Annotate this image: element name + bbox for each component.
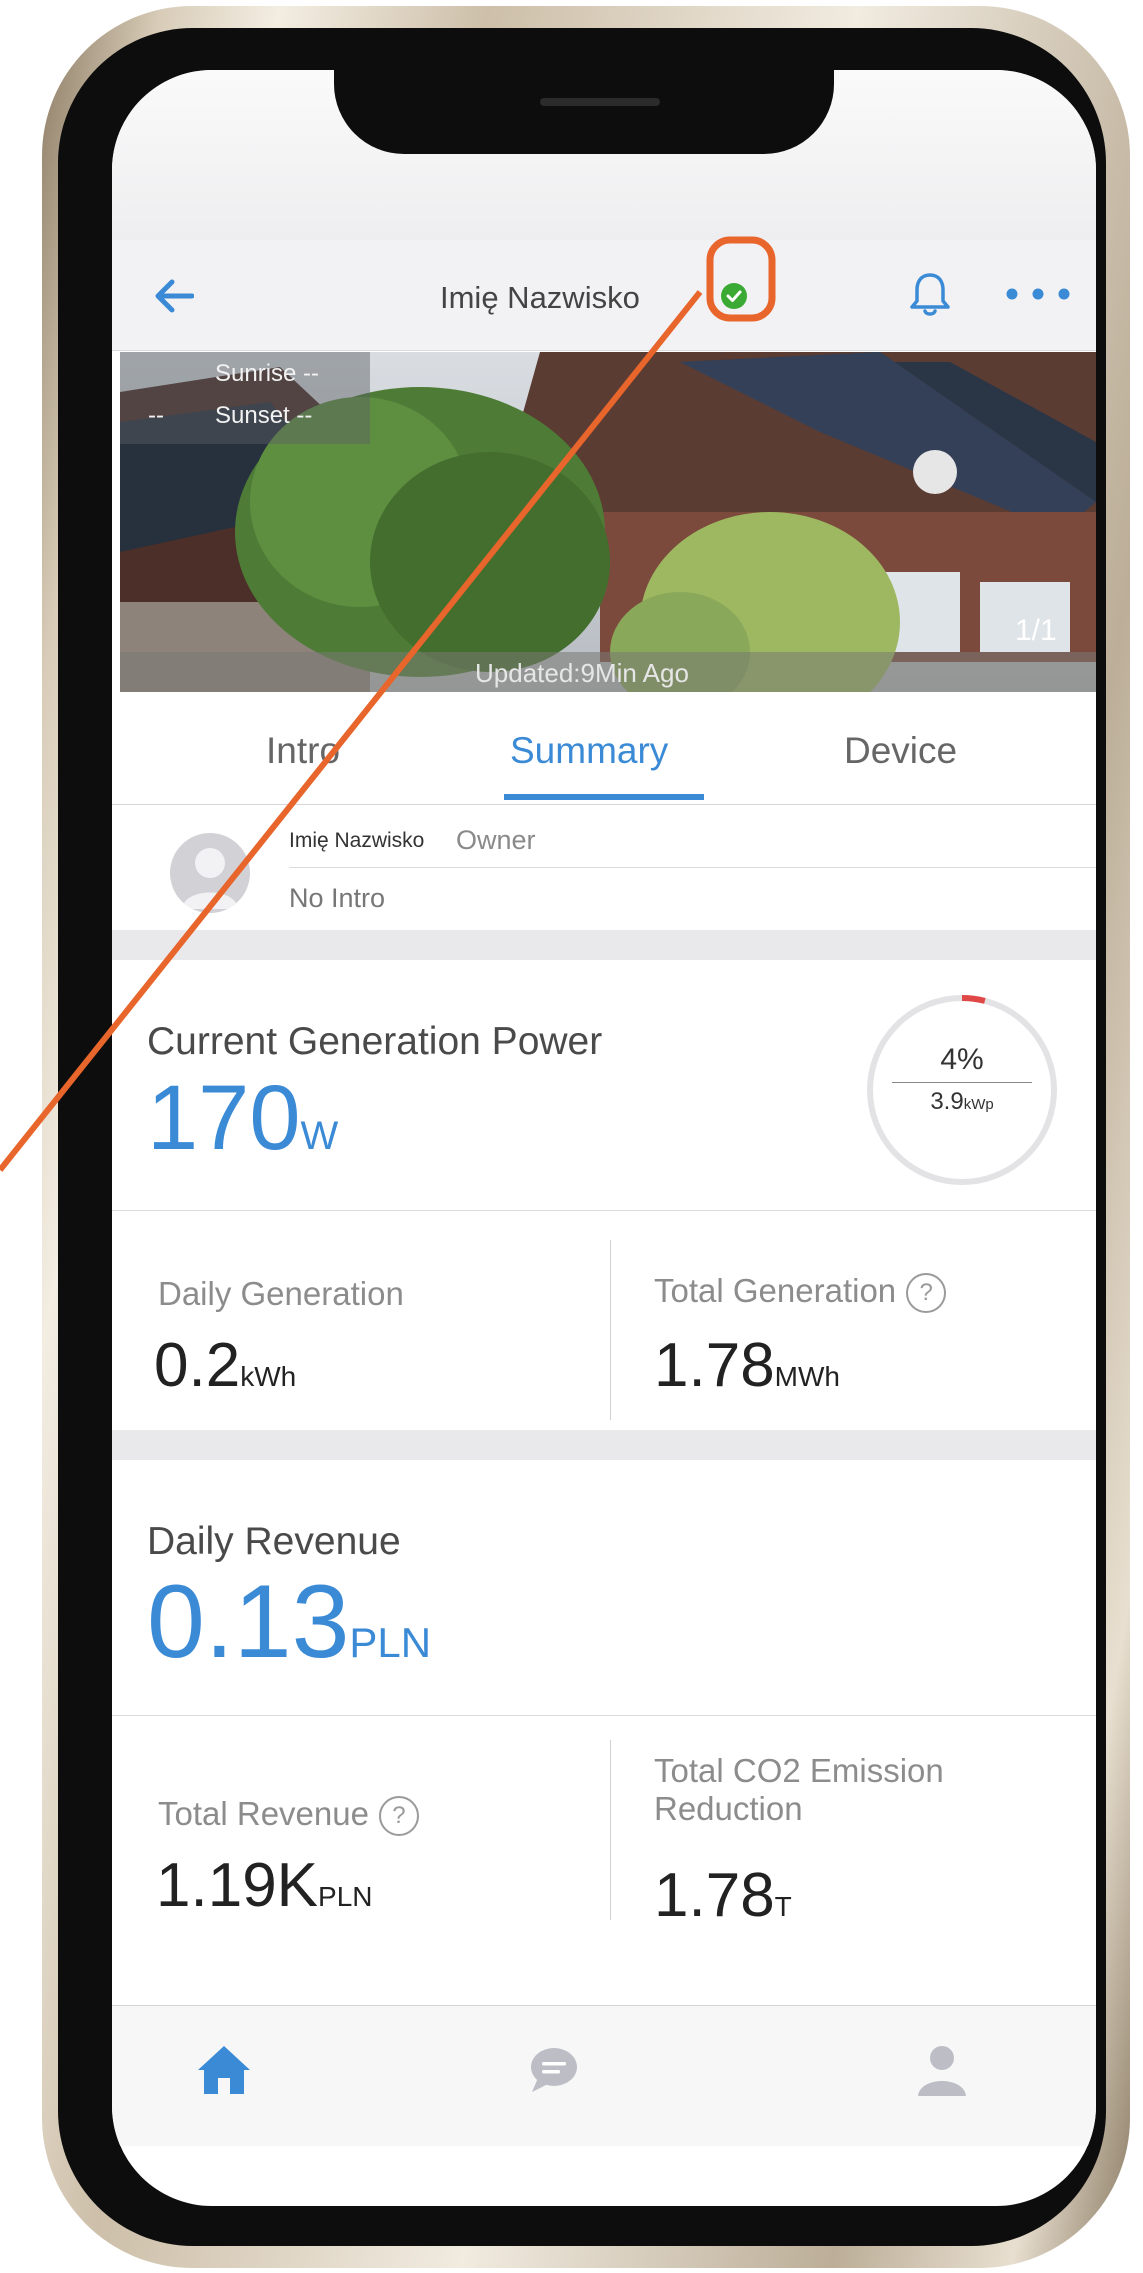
current-power-label: Current Generation Power: [147, 1020, 603, 1063]
section-gap: [112, 930, 1096, 960]
total-generation-value: 1.78MWh: [654, 1335, 840, 1397]
gauge-capacity: 3.9kWp: [892, 1088, 1032, 1116]
total-revenue-label: Total Revenue?: [158, 1795, 419, 1837]
left-dashes: --: [148, 402, 164, 429]
owner-role: Owner: [456, 825, 536, 855]
help-icon[interactable]: ?: [378, 1796, 419, 1837]
tab-bar: Intro Summary Device: [112, 692, 1096, 805]
column-divider: [610, 1240, 611, 1420]
co2-reduction-label: Total CO2 Emission Reduction: [654, 1752, 944, 1828]
updated-text: Updated:9Min Ago: [475, 658, 689, 688]
daily-generation-value: 0.2kWh: [154, 1335, 296, 1397]
co2-unit: T: [774, 1891, 792, 1922]
daily-generation-number: 0.2: [154, 1331, 241, 1400]
generation-card: Current Generation Power 170W 4% 3.9kWp …: [112, 960, 1096, 1430]
co2-reduction-value: 1.78T: [654, 1865, 792, 1927]
app-header: Imię Nazwisko: [112, 240, 1096, 351]
owner-divider: [289, 867, 1096, 868]
updated-bar: Updated:9Min Ago: [120, 652, 1096, 692]
phone-notch: [334, 68, 834, 154]
co2-number: 1.78: [654, 1861, 775, 1930]
total-generation-text: Total Generation: [654, 1272, 897, 1309]
notification-bell-icon[interactable]: [907, 270, 953, 318]
sunrise-label: Sunrise --: [215, 360, 320, 387]
more-options-icon[interactable]: [1002, 284, 1082, 304]
total-revenue-text: Total Revenue: [158, 1795, 369, 1832]
avatar[interactable]: [170, 833, 250, 913]
daily-revenue-unit: PLN: [349, 1619, 432, 1666]
back-arrow-icon[interactable]: [154, 278, 194, 314]
revenue-card: Daily Revenue 0.13PLN Total Revenue? 1.1…: [112, 1460, 1096, 1985]
bottom-nav: [112, 2005, 1096, 2146]
tab-device[interactable]: Device: [844, 730, 957, 772]
owner-section: Imię Nazwisko Owner No Intro: [112, 805, 1096, 930]
total-generation-number: 1.78: [654, 1331, 775, 1400]
owner-intro: No Intro: [289, 883, 386, 913]
help-icon[interactable]: ?: [906, 1273, 947, 1314]
total-revenue-value: 1.19KPLN: [156, 1855, 373, 1917]
card-divider: [112, 1715, 1096, 1716]
total-generation-unit: MWh: [774, 1361, 840, 1392]
person-icon: [182, 848, 238, 909]
daily-revenue-label: Daily Revenue: [147, 1520, 401, 1563]
daily-generation-unit: kWh: [240, 1361, 297, 1392]
sun-times-panel: Sunrise -- -- Sunset --: [120, 352, 370, 444]
gauge-percent: 4%: [940, 1043, 984, 1076]
plant-photo: Sunrise -- -- Sunset -- Updated:9Min Ago…: [120, 352, 1096, 692]
card-divider: [112, 1210, 1096, 1211]
capacity-value: 3.9: [930, 1088, 964, 1115]
daily-generation-label: Daily Generation: [158, 1275, 404, 1312]
profile-icon[interactable]: [912, 2040, 972, 2100]
plant-title: Imię Nazwisko: [440, 280, 640, 315]
section-gap: [112, 1430, 1096, 1460]
total-revenue-number: 1.19K: [156, 1851, 319, 1920]
co2-label-line2: Reduction: [654, 1790, 803, 1827]
total-revenue-unit: PLN: [318, 1881, 373, 1912]
current-power-number: 170: [147, 1067, 301, 1169]
online-status-icon: [721, 283, 747, 309]
column-divider: [610, 1740, 611, 1920]
current-power-unit: W: [300, 1114, 339, 1158]
daily-revenue-number: 0.13: [147, 1564, 350, 1680]
gauge-divider: [892, 1082, 1032, 1083]
capacity-unit: kWp: [963, 1096, 994, 1113]
phone-speaker: [540, 98, 660, 106]
total-generation-label: Total Generation?: [654, 1272, 947, 1314]
message-icon[interactable]: [524, 2040, 584, 2100]
photo-page-indicator: 1/1: [1015, 614, 1057, 647]
app-screen: Imię Nazwisko Sunrise -- -- Sunset -- Up…: [112, 70, 1096, 2206]
daily-revenue-value: 0.13PLN: [147, 1570, 431, 1674]
sunset-label: Sunset --: [215, 402, 313, 429]
co2-label-line1: Total CO2 Emission: [654, 1752, 944, 1789]
tab-summary[interactable]: Summary: [510, 730, 668, 772]
tab-intro[interactable]: Intro: [266, 730, 340, 772]
home-icon[interactable]: [194, 2040, 254, 2100]
active-tab-indicator: [504, 794, 704, 800]
current-power-value: 170W: [147, 1072, 338, 1164]
owner-name: Imię Nazwisko: [289, 829, 425, 852]
